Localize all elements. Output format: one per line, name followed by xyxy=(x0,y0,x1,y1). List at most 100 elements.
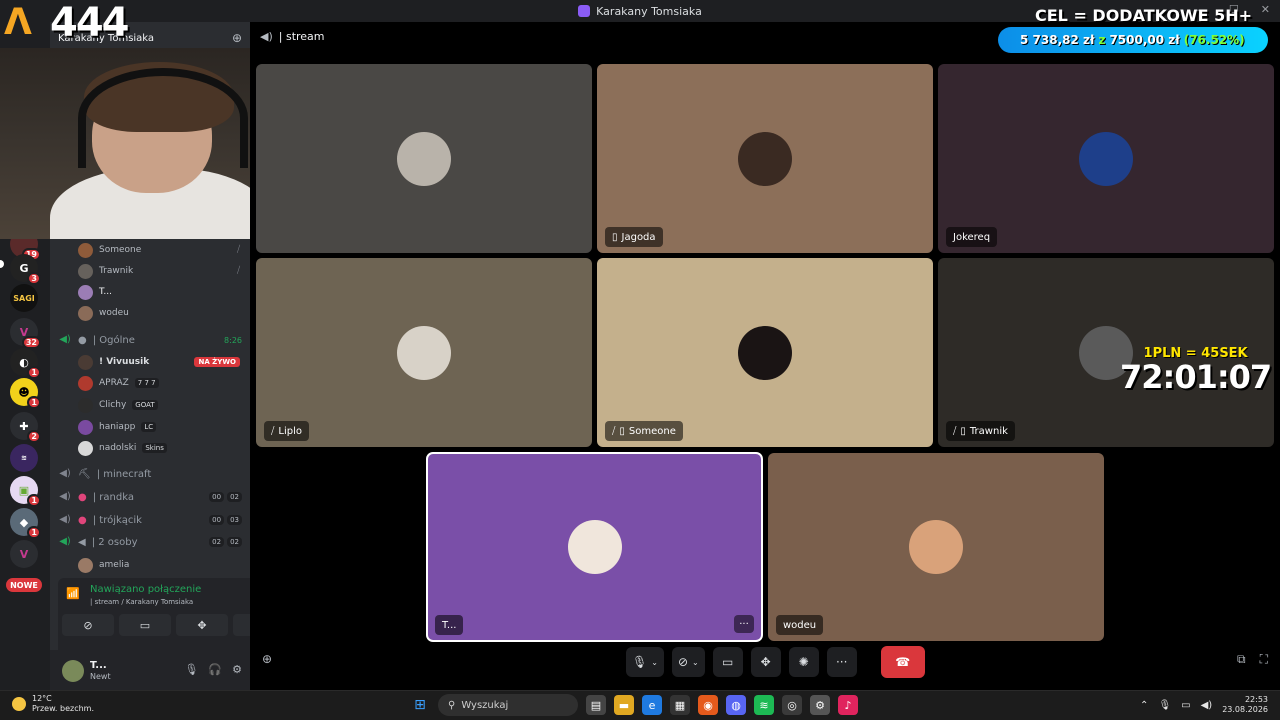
add-member-icon[interactable]: ⊕ xyxy=(232,31,242,45)
video-tile[interactable]: ⧸ Liplo xyxy=(256,258,592,447)
gear-icon[interactable]: ⚙ xyxy=(232,663,242,676)
server-icon-4[interactable]: V 32 xyxy=(10,318,41,349)
obs-icon[interactable]: ◎ xyxy=(782,695,802,715)
voice-user[interactable]: Clichy GOAT xyxy=(78,395,240,415)
headset-icon xyxy=(78,68,248,168)
server-icon-9[interactable]: ▣ 1 xyxy=(10,476,41,507)
goal-percent: (76.52%) xyxy=(1183,33,1245,47)
weather-desc: Przew. bezchm. xyxy=(32,704,94,713)
window-title: Karakany Tomsiaka xyxy=(596,4,702,18)
server-badge: 1 xyxy=(27,526,41,539)
video-tile[interactable]: wodeu xyxy=(768,453,1104,641)
video-tile[interactable]: ▯ Jagoda xyxy=(597,64,933,253)
start-menu-icon[interactable]: ⊞ xyxy=(410,695,430,715)
screen-share-button[interactable]: ▭ xyxy=(119,614,171,636)
store-icon[interactable]: ▦ xyxy=(670,695,690,715)
donation-goal: CEL = DODATKOWE 5H+ 5 738,82 zł z 7500,0… xyxy=(998,6,1268,53)
chevron-up-icon[interactable]: ⌃ xyxy=(1140,700,1148,711)
app-icon xyxy=(578,5,591,17)
server-icon-8[interactable]: ≋ xyxy=(10,444,38,472)
video-tile[interactable]: ⧸ ▯ Someone xyxy=(597,258,933,447)
participant-label: ▯ Jagoda xyxy=(605,227,663,247)
user-panel: T... Newt 🎙 🎧 ⚙ xyxy=(50,650,250,690)
connection-status[interactable]: Nawiązano połączenie xyxy=(90,584,201,595)
avatar xyxy=(738,131,792,186)
disconnect-button[interactable]: ☎ xyxy=(880,646,925,678)
camera-off-button[interactable]: ⊘ xyxy=(62,614,114,636)
task-view-icon[interactable]: ▤ xyxy=(586,695,606,715)
voice-user[interactable]: haniapp LC xyxy=(78,417,240,437)
server-icon-7[interactable]: ✚ 2 xyxy=(10,412,41,443)
avatar xyxy=(78,397,93,413)
avatar xyxy=(909,520,963,574)
more-button[interactable]: ··· xyxy=(826,647,857,677)
tiktok-icon[interactable]: ♪ xyxy=(838,695,858,715)
search-input[interactable]: ⚲ Wyszukaj xyxy=(438,694,578,716)
more-options-button[interactable]: ··· xyxy=(734,615,754,633)
activities-button[interactable]: ✥ xyxy=(176,614,228,636)
video-tile[interactable]: Jokereq xyxy=(938,64,1274,253)
discord-icon[interactable]: ◍ xyxy=(726,695,746,715)
activities-button[interactable]: ✥ xyxy=(750,647,781,677)
lips-icon: ● xyxy=(78,491,87,503)
invite-icon[interactable]: ⊕ xyxy=(262,652,272,666)
voice-user[interactable]: amelia xyxy=(78,555,240,575)
fullscreen-icon[interactable]: ⛶ xyxy=(1260,652,1268,667)
voice-user[interactable]: APRAZ 7 7 7 xyxy=(78,373,240,393)
voice-user[interactable]: T... xyxy=(78,282,240,302)
file-explorer-icon[interactable]: ▬ xyxy=(614,695,634,715)
participant-label: ⧸ ▯ Trawnik xyxy=(946,421,1015,441)
edge-icon[interactable]: e xyxy=(642,695,662,715)
participant-label: wodeu xyxy=(776,615,824,635)
server-icon-10[interactable]: ◆ 1 xyxy=(10,508,41,539)
user-limit: 00 03 xyxy=(209,515,242,525)
lips-icon: ● xyxy=(78,514,87,526)
muted-icon: ⧸ xyxy=(236,266,240,276)
headphones-icon[interactable]: 🎧 xyxy=(208,663,222,676)
speaker-icon: ◀) xyxy=(260,30,273,43)
voice-channel-2-osoby[interactable]: ◀) ◀ | 2 osoby 02 02 xyxy=(58,532,242,552)
server-badge: 1 xyxy=(27,396,41,409)
video-tile[interactable] xyxy=(256,64,592,253)
voice-channel-ogolne[interactable]: ◀) ● | Ogólne 8:26 xyxy=(58,330,242,350)
voice-user[interactable]: Someone ⧸ xyxy=(78,240,240,260)
voice-user[interactable]: nadolski Skins xyxy=(78,438,240,458)
soundboard-button[interactable]: ✺ xyxy=(788,647,819,677)
signal-icon[interactable]: 📶 xyxy=(66,587,80,600)
connection-location[interactable]: | stream / Karakany Tomsiaka xyxy=(90,598,193,606)
voice-channel-minecraft[interactable]: ◀) ⛏ | minecraft xyxy=(58,464,242,484)
voice-user[interactable]: ! Vivuusik NA ŻYWO xyxy=(78,352,240,372)
speaker-icon[interactable]: ◀) xyxy=(1201,700,1213,711)
new-badge[interactable]: NOWE xyxy=(6,578,42,592)
voice-channel-randka[interactable]: ◀) ● | randka 00 02 xyxy=(58,487,242,507)
server-icon-6[interactable]: ☻ 1 xyxy=(10,378,41,409)
user-name[interactable]: T... xyxy=(90,660,107,671)
server-icon-2[interactable]: G3 xyxy=(10,254,41,285)
user-tag: 7 7 7 xyxy=(134,378,159,388)
voice-user[interactable]: Trawnik ⧸ xyxy=(78,261,240,281)
avatar[interactable] xyxy=(62,660,84,682)
speaker-icon: ◀) xyxy=(59,468,71,479)
server-icon-11[interactable]: V xyxy=(10,540,38,568)
user-limit: 00 02 xyxy=(209,492,242,502)
voice-channel-trojkacik[interactable]: ◀) ● | trójkącik 00 03 xyxy=(58,510,242,530)
server-icon-3[interactable]: SAGI xyxy=(10,284,38,312)
speaker-small-icon: ◀ xyxy=(78,536,86,548)
chevron-down-icon: ⌄ xyxy=(651,657,658,667)
popout-icon[interactable]: ⧉ xyxy=(1237,652,1246,667)
weather-widget[interactable]: 12°C Przew. bezchm. xyxy=(12,694,94,714)
network-icon[interactable]: ▭ xyxy=(1181,700,1190,711)
microphone-icon[interactable]: 🎙 xyxy=(184,663,198,676)
server-icon-5[interactable]: ◐ 1 xyxy=(10,348,41,379)
spotify-icon[interactable]: ≋ xyxy=(754,695,774,715)
settings-icon[interactable]: ⚙ xyxy=(810,695,830,715)
screen-share-button[interactable]: ▭ xyxy=(712,647,743,677)
video-tile-speaking[interactable]: T... ··· xyxy=(426,452,763,642)
firefox-icon[interactable]: ◉ xyxy=(698,695,718,715)
phone-icon: ▯ xyxy=(612,231,618,243)
microphone-tray-icon[interactable]: 🎙 xyxy=(1158,700,1171,711)
microphone-button[interactable]: 🎙 ⌄ xyxy=(626,647,664,677)
voice-user[interactable]: wodeu xyxy=(78,303,240,323)
camera-button[interactable]: ⊘ ⌄ xyxy=(671,647,705,677)
clock[interactable]: 22:53 23.08.2026 xyxy=(1222,695,1268,715)
